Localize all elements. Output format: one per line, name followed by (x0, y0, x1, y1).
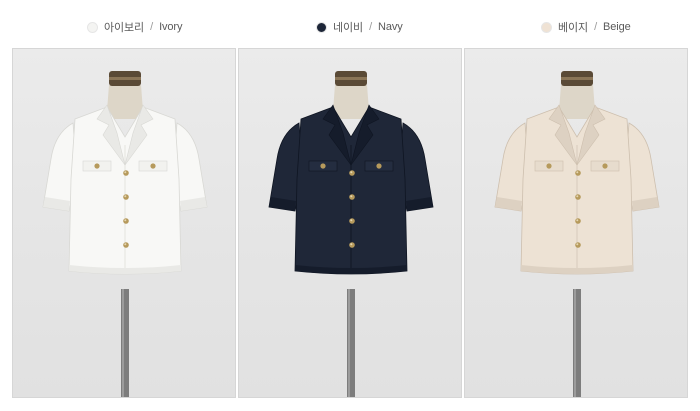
front-button-shine (350, 171, 353, 174)
right-pocket-button (602, 163, 608, 169)
navy-english-name: Navy (378, 21, 403, 33)
beige-blouse-illustration (494, 71, 660, 397)
color-label-beige[interactable]: 베이지 / Beige (541, 18, 631, 36)
ivory-blouse-photo[interactable] (12, 48, 236, 398)
beige-name-separator: / (594, 21, 598, 33)
navy-blouse-photo[interactable] (238, 48, 462, 398)
beige-blouse-photo[interactable] (464, 48, 688, 398)
mannequin-neck-band-stripe (561, 77, 593, 80)
front-button-shine (350, 219, 353, 222)
right-pocket-button (150, 163, 156, 169)
beige-english-name: Beige (603, 21, 631, 33)
front-button-shine (350, 195, 353, 198)
mannequin-neck-band-stripe (335, 77, 367, 80)
front-button-shine (124, 243, 127, 246)
navy-korean-name: 네이비 (333, 22, 364, 34)
mannequin-pole-highlight (574, 289, 576, 397)
ivory-name-separator: / (150, 21, 154, 33)
mannequin-pole-highlight (348, 289, 350, 397)
front-button-shine (576, 195, 579, 198)
left-pocket-button (320, 163, 326, 169)
mannequin-pole-highlight (122, 289, 124, 397)
front-button-shine (576, 219, 579, 222)
front-button-shine (350, 243, 353, 246)
navy-blouse-illustration (268, 71, 434, 397)
right-pocket-button (376, 163, 382, 169)
color-label-navy[interactable]: 네이비 / Navy (316, 18, 403, 36)
front-button-shine (124, 171, 127, 174)
front-button-shine (576, 243, 579, 246)
navy-name-separator: / (369, 21, 373, 33)
front-button-shine (124, 195, 127, 198)
beige-color-swatch (541, 21, 552, 33)
ivory-blouse-illustration (42, 71, 208, 397)
color-label-ivory[interactable]: 아이보리 / Ivory (87, 18, 183, 36)
left-pocket-button (546, 163, 552, 169)
color-option-labels: 아이보리 / Ivory 네이비 / Navy 베이지 / Beige (0, 0, 700, 48)
ivory-english-name: Ivory (159, 21, 183, 33)
front-button-shine (124, 219, 127, 222)
beige-korean-name: 베이지 (558, 22, 589, 34)
navy-color-swatch (316, 21, 327, 33)
left-pocket-button (94, 163, 100, 169)
front-button-shine (576, 171, 579, 174)
mannequin-neck-band-stripe (109, 77, 141, 80)
ivory-color-swatch (87, 21, 98, 33)
ivory-korean-name: 아이보리 (104, 22, 145, 34)
